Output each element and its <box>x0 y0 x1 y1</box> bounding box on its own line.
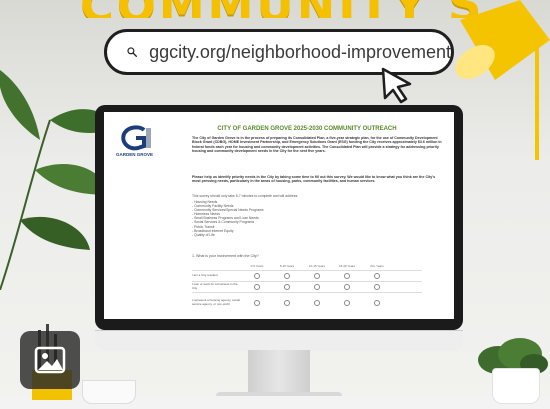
radio-option[interactable] <box>272 284 302 290</box>
image-icon <box>34 346 66 374</box>
monitor-screen: GARDEN GROVE CITY OF GARDEN GROVE 2025-2… <box>104 112 454 319</box>
radio-option[interactable] <box>272 300 302 306</box>
grid-row-label: I own or work for a business in the City <box>192 282 238 290</box>
url-text: ggcity.org/neighborhood-improvement <box>149 41 451 62</box>
grid-row-label: I am a City resident <box>192 273 218 278</box>
grid-column-header <box>192 264 242 270</box>
grid-row: I am a City resident <box>192 270 422 281</box>
radio-option[interactable] <box>362 273 392 279</box>
mug-decoration <box>82 380 136 404</box>
radio-option[interactable] <box>242 273 272 279</box>
grid-row: I own or work for a business in the City <box>192 281 422 292</box>
radio-option[interactable] <box>302 273 332 279</box>
grid-column-header: 20+ Years <box>370 264 384 268</box>
radio-option[interactable] <box>242 300 272 306</box>
image-media-button[interactable] <box>20 331 80 389</box>
monitor-stand <box>248 350 310 394</box>
list-item: - Quality of Life <box>192 232 215 237</box>
document-title: CITY OF GARDEN GROVE 2025-2030 COMMUNITY… <box>217 126 397 132</box>
monitor-chin <box>95 330 463 351</box>
search-icon <box>127 47 138 57</box>
radio-option[interactable] <box>272 273 302 279</box>
question-1: 1. What is your involvement with the Cit… <box>192 254 259 258</box>
request-paragraph: Please help us identify priority needs i… <box>192 175 436 184</box>
grid-column-header: 5-10 Years <box>279 264 295 268</box>
plant-pot <box>492 368 540 404</box>
duration-note: This survey should only take 5-7 minutes… <box>192 194 299 198</box>
scene: COMMUNITY SURVEY ggcity.org/neighborhood… <box>0 0 550 409</box>
grid-column-header: 15-20 Years <box>338 264 355 268</box>
survey-grid: 0-5 Years 5-10 Years 10-15 Years 15-20 Y… <box>192 264 422 313</box>
grid-column-header: 0-5 Years <box>250 264 264 268</box>
grid-column-header: 10-15 Years <box>308 264 325 268</box>
radio-option[interactable] <box>302 284 332 290</box>
radio-option[interactable] <box>332 300 362 306</box>
grid-header: 0-5 Years 5-10 Years 10-15 Years 15-20 Y… <box>192 264 422 270</box>
logo-caption: GARDEN GROVE <box>116 152 154 157</box>
radio-option[interactable] <box>362 284 392 290</box>
grid-row-label: I represent a housing agency, social ser… <box>192 298 240 306</box>
radio-option[interactable] <box>302 300 332 306</box>
garden-grove-logo <box>121 125 151 151</box>
radio-option[interactable] <box>362 300 392 306</box>
grid-row: I represent a housing agency, social ser… <box>192 292 422 313</box>
radio-option[interactable] <box>332 273 362 279</box>
banner-headline: COMMUNITY SURVEY <box>80 0 480 18</box>
radio-option[interactable] <box>332 284 362 290</box>
topic-list: - Housing Needs - Community Facility Nee… <box>192 200 392 237</box>
radio-option[interactable] <box>242 284 272 290</box>
mouse-cursor-icon <box>381 67 412 104</box>
intro-paragraph: The City of Garden Grove is in the proce… <box>192 136 442 154</box>
